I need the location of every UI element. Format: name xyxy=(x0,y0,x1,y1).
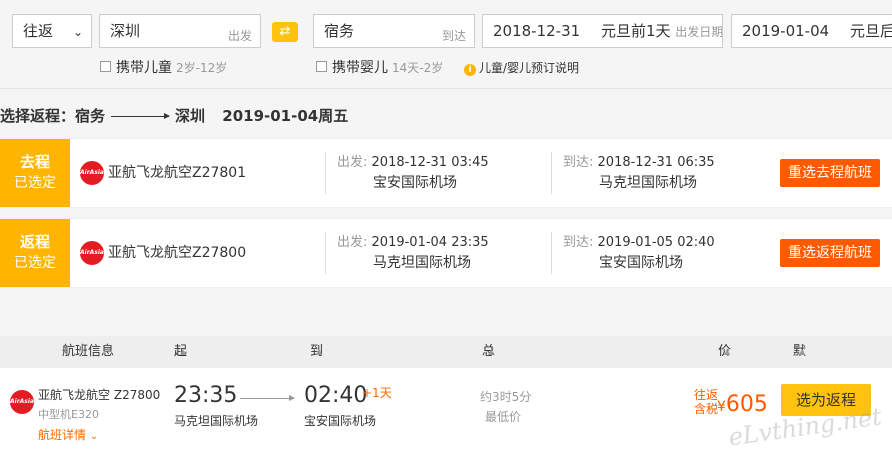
return-date-field[interactable]: 2019-01-04 元旦后3 xyxy=(731,14,892,48)
result-arr-airport: 宝安国际机场 xyxy=(304,414,377,428)
price-label-tax: 含税 xyxy=(694,402,719,416)
outbound-tag: 去程 已选定 xyxy=(0,139,70,207)
col-flight-info: 航班信息 xyxy=(62,344,115,359)
result-dep-airport: 马克坦国际机场 xyxy=(174,414,259,428)
result-plane-type: 中型机E320 xyxy=(38,408,99,421)
to-city-value: 宿务 xyxy=(324,22,355,40)
sort-arrow-icon: ▲ xyxy=(724,347,731,356)
reselect-inbound-button[interactable]: 重选返程航班 xyxy=(780,239,880,267)
price-labels: 往返 含税 xyxy=(694,388,718,416)
to-city-field[interactable]: 宿务 到达 xyxy=(313,14,475,48)
results-header: 航班信息 起飞时间▲ 到达时间▲ 总耗时▲ 价格▲ 默认排序▲ xyxy=(0,336,892,451)
child-label: 携带儿童 xyxy=(116,60,172,76)
separator xyxy=(325,152,326,194)
info-icon: i xyxy=(464,64,476,76)
route-prefix: 选择返程：宿务 xyxy=(0,107,106,125)
result-price: ¥605 xyxy=(717,392,768,417)
separator xyxy=(325,232,326,274)
dep-time: 2018-12-31 03:45 xyxy=(371,155,489,170)
arr-airport: 宝安国际机场 xyxy=(599,255,683,271)
dep-time: 2019-01-04 23:35 xyxy=(371,235,489,250)
route-arrow-icon xyxy=(111,113,171,119)
depart-date-hint: 出发日期 xyxy=(675,25,723,39)
depart-date-field[interactable]: 2018-12-31 元旦前1天 出发日期 xyxy=(482,14,723,48)
from-city-field[interactable]: 深圳 出发 xyxy=(99,14,261,48)
swap-cities-icon[interactable]: ⇄ xyxy=(272,22,298,42)
arr-time: 2019-01-05 02:40 xyxy=(597,235,715,250)
divider xyxy=(0,88,892,89)
flight-result-row: AirAsia 亚航飞龙航空 Z27800 中型机E320 航班详情 ⌄ 23:… xyxy=(0,368,892,451)
result-plus-day: +1天 xyxy=(362,386,392,400)
inbound-arrival: 到达: 2019-01-05 02:40 宝安国际机场 xyxy=(563,233,715,273)
return-date-value: 2019-01-04 xyxy=(742,22,830,40)
infant-label: 携带婴儿 xyxy=(332,60,388,76)
route-title: 选择返程：宿务 深圳 2019-01-04周五 xyxy=(0,104,348,128)
price-value: 605 xyxy=(725,392,768,417)
arr-time: 2018-12-31 06:35 xyxy=(597,155,715,170)
dep-airport: 宝安国际机场 xyxy=(373,175,457,191)
inbound-airline: 亚航飞龙航空Z27800 xyxy=(108,245,247,261)
result-lowest-label: 最低价 xyxy=(485,410,522,424)
chevron-down-icon: ⌄ xyxy=(89,431,99,442)
flight-detail-link[interactable]: 航班详情 ⌄ xyxy=(38,426,98,443)
dep-airport: 马克坦国际机场 xyxy=(373,255,471,271)
result-airline: 亚航飞龙航空 Z27800 xyxy=(38,386,160,404)
outbound-airline: 亚航飞龙航空Z27801 xyxy=(108,165,247,181)
result-duration: 约3时5分 xyxy=(480,390,532,404)
result-dep-time: 23:35 xyxy=(174,383,238,408)
sort-arrow-icon: ▲ xyxy=(316,347,323,356)
result-flight-no: Z27800 xyxy=(113,388,161,402)
result-airline-name: 亚航飞龙航空 xyxy=(38,388,111,402)
airasia-logo: AirAsia xyxy=(80,161,104,185)
infant-option[interactable]: 携带婴儿 14天-2岁 xyxy=(316,58,443,78)
arr-airport: 马克坦国际机场 xyxy=(599,175,697,191)
price-label-roundtrip: 往返 xyxy=(694,388,719,402)
result-arr-time: 02:40 xyxy=(304,383,368,408)
separator xyxy=(551,152,552,194)
separator xyxy=(551,232,552,274)
depart-date-value: 2018-12-31 xyxy=(493,22,581,40)
outbound-tag-status: 已选定 xyxy=(14,175,56,191)
to-city-hint: 到达 xyxy=(441,29,466,43)
sort-arrow-icon: ▲ xyxy=(180,347,187,356)
chevron-down-icon: ⌄ xyxy=(72,25,83,39)
sort-arrow-icon: ▲ xyxy=(799,347,806,356)
outbound-departure: 出发: 2018-12-31 03:45 宝安国际机场 xyxy=(337,153,489,193)
currency-symbol: ¥ xyxy=(717,399,726,415)
route-date: 2019-01-04周五 xyxy=(222,107,349,125)
outbound-arrival: 到达: 2018-12-31 06:35 马克坦国际机场 xyxy=(563,153,715,193)
dep-label: 出发: xyxy=(337,235,368,250)
flight-arrow-icon xyxy=(240,395,295,401)
dep-label: 出发: xyxy=(337,155,368,170)
airasia-logo: AirAsia xyxy=(80,241,104,265)
route-destination: 深圳 xyxy=(175,107,206,125)
infant-checkbox[interactable] xyxy=(316,61,327,72)
flight-detail-label: 航班详情 xyxy=(38,428,87,442)
inbound-tag: 返程 已选定 xyxy=(0,219,70,287)
booking-info-text: 儿童/婴儿预订说明 xyxy=(479,61,580,75)
booking-info-link[interactable]: i 儿童/婴儿预订说明 xyxy=(464,58,579,78)
trip-type-value: 往返 xyxy=(23,22,54,40)
airasia-logo: AirAsia xyxy=(10,390,34,414)
inbound-card: 返程 已选定 AirAsia 亚航飞龙航空Z27800 出发: 2019-01-… xyxy=(0,218,892,288)
reselect-outbound-button[interactable]: 重选去程航班 xyxy=(780,159,880,187)
outbound-card: 去程 已选定 AirAsia 亚航飞龙航空Z27801 出发: 2018-12-… xyxy=(0,138,892,208)
from-city-value: 深圳 xyxy=(110,22,141,40)
from-city-hint: 出发 xyxy=(227,29,252,43)
inbound-departure: 出发: 2019-01-04 23:35 马克坦国际机场 xyxy=(337,233,489,273)
child-checkbox[interactable] xyxy=(100,61,111,72)
outbound-tag-title: 去程 xyxy=(19,153,50,171)
sort-arrow-icon: ▲ xyxy=(488,347,495,356)
child-option[interactable]: 携带儿童 2岁-12岁 xyxy=(100,58,227,78)
inbound-tag-title: 返程 xyxy=(19,233,50,251)
arr-label: 到达: xyxy=(563,235,594,250)
depart-holiday: 元旦前1天 xyxy=(600,22,671,40)
trip-type-select[interactable]: 往返 ⌄ xyxy=(12,14,92,48)
inbound-tag-status: 已选定 xyxy=(14,255,56,271)
child-age: 2岁-12岁 xyxy=(176,61,228,75)
arr-label: 到达: xyxy=(563,155,594,170)
infant-age: 14天-2岁 xyxy=(392,61,444,75)
return-holiday: 元旦后3 xyxy=(849,22,892,40)
search-bar: 往返 ⌄ 深圳 出发 ⇄ 宿务 到达 2018-12-31 元旦前1天 出发日期… xyxy=(0,0,892,88)
